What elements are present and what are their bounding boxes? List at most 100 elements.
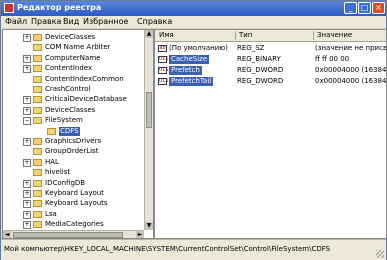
folder-icon xyxy=(33,138,42,145)
tree-item-label: ContentIndex xyxy=(45,64,93,73)
scroll-right-arrow-icon[interactable]: ► xyxy=(136,231,144,238)
tree-item-label: hivelist xyxy=(45,168,71,177)
folder-icon xyxy=(33,75,42,83)
tree-item-label: GraphicsDrivers xyxy=(45,137,102,145)
title-bar[interactable]: Редактор реестра _ □ × xyxy=(1,1,386,16)
expand-icon[interactable]: + xyxy=(23,210,31,219)
tree-hscroll-thumb[interactable] xyxy=(13,232,123,238)
folder-icon xyxy=(33,34,42,41)
status-key-path: Мой компьютер\HKEY_LOCAL_MACHINE\SYSTEM\… xyxy=(4,245,331,253)
list-header: Имя Тип Значение xyxy=(155,30,386,42)
value-data: 0x00004000 (16384) xyxy=(315,77,387,85)
folder-icon xyxy=(33,169,42,177)
tree-scroll-thumb[interactable] xyxy=(146,92,152,128)
expand-icon[interactable]: + xyxy=(23,96,31,105)
column-name-header[interactable]: Имя xyxy=(159,31,174,39)
string-value-icon: ab xyxy=(158,45,167,52)
tree-item-label: MediaCategories xyxy=(45,220,104,229)
folder-icon xyxy=(33,221,42,229)
expand-icon[interactable]: + xyxy=(23,179,31,188)
folder-icon xyxy=(33,200,42,208)
tree-item-label: Keyboard Layouts xyxy=(45,199,108,208)
folder-icon xyxy=(33,210,42,218)
column-type-header[interactable]: Тип xyxy=(239,31,252,39)
expand-icon[interactable]: + xyxy=(23,34,31,42)
expand-icon[interactable]: + xyxy=(23,158,31,167)
folder-icon xyxy=(33,158,42,166)
tree-vertical-scrollbar[interactable]: ▲ ▼ xyxy=(144,30,153,230)
value-row[interactable]: 011 Prefetch REG_DWORD 0x00004000 (16384) xyxy=(155,65,386,76)
value-name: PrefetchTail xyxy=(169,77,214,86)
expand-icon[interactable]: + xyxy=(23,106,31,115)
expand-icon[interactable]: + xyxy=(23,221,31,230)
value-data: (значение не присвоено) xyxy=(315,44,387,52)
column-divider xyxy=(313,31,314,40)
tree-item-label: GroupOrderList xyxy=(45,147,99,156)
folder-icon xyxy=(33,106,42,114)
menu-help[interactable]: Справка xyxy=(137,17,172,26)
folder-icon xyxy=(33,117,42,125)
tree-item-label: ComputerName xyxy=(45,53,101,62)
expand-icon[interactable]: + xyxy=(23,65,31,74)
tree-item-label: CrashControl xyxy=(45,85,91,93)
column-divider xyxy=(235,31,236,40)
close-button[interactable]: × xyxy=(372,2,385,14)
expand-icon[interactable]: + xyxy=(23,200,31,209)
value-name: Prefetch xyxy=(169,66,202,75)
binary-value-icon: 011 xyxy=(158,67,169,74)
value-type: REG_SZ xyxy=(237,44,265,52)
value-row[interactable]: ab (По умолчанию) REG_SZ (значение не присв… xyxy=(155,43,386,54)
value-data: ff ff 00 00 xyxy=(315,55,350,63)
tree-horizontal-scrollbar[interactable]: ◄ ► xyxy=(3,230,144,238)
tree-item-label: Lsa xyxy=(45,209,57,218)
maximize-button[interactable]: □ xyxy=(358,2,371,14)
folder-icon xyxy=(33,96,42,104)
resize-grip-icon[interactable] xyxy=(376,250,384,258)
value-row[interactable]: 011 CacheSize REG_BINARY ff ff 00 00 xyxy=(155,54,386,65)
folder-icon xyxy=(33,44,42,52)
folder-icon xyxy=(33,179,42,187)
value-name: CacheSize xyxy=(169,55,210,64)
registry-values-list[interactable]: Имя Тип Значение ab (По умолчанию) REG_SZ (… xyxy=(154,29,387,239)
tree-item-label: HAL xyxy=(45,157,59,166)
window-title: Редактор реестра xyxy=(17,3,102,12)
registry-key-tree[interactable]: ▲ ▼ ◄ ► + DeviceClasses COM Name Arbiter + C… xyxy=(2,29,154,239)
registry-editor-window: Редактор реестра _ □ × Файл Правка Вид И… xyxy=(0,0,387,260)
binary-value-icon: 011 xyxy=(158,78,169,85)
tree-item-label: CDFS xyxy=(59,126,80,136)
scroll-left-arrow-icon[interactable]: ◄ xyxy=(3,231,11,238)
folder-icon xyxy=(33,54,42,62)
binary-value-icon: 011 xyxy=(158,56,169,63)
folder-icon xyxy=(33,148,42,156)
value-row[interactable]: 011 PrefetchTail REG_DWORD 0x00004000 (1638… xyxy=(155,76,386,87)
folder-icon xyxy=(33,86,42,93)
regedit-app-icon xyxy=(4,3,14,13)
column-value-header[interactable]: Значение xyxy=(317,31,352,39)
tree-item-label: DeviceClasses xyxy=(45,33,96,41)
value-type: REG_DWORD xyxy=(237,66,284,74)
value-data: 0x00004000 (16384) xyxy=(315,66,387,74)
status-bar: Мой компьютер\HKEY_LOCAL_MACHINE\SYSTEM\… xyxy=(1,239,386,260)
expand-icon[interactable]: + xyxy=(23,54,31,63)
expand-icon[interactable]: + xyxy=(23,190,31,198)
expand-icon[interactable]: + xyxy=(23,138,31,146)
collapse-icon[interactable]: − xyxy=(23,117,31,126)
menu-view[interactable]: Вид xyxy=(63,17,79,26)
value-type: REG_DWORD xyxy=(237,77,284,85)
tree-item-label: CriticalDeviceDatabase xyxy=(45,95,127,104)
folder-icon xyxy=(33,190,42,197)
folder-icon xyxy=(33,65,42,73)
menu-favorites[interactable]: Избранное xyxy=(83,17,128,26)
tree-item-label: IDConfigDB xyxy=(45,178,86,187)
menu-edit[interactable]: Правка xyxy=(31,17,61,26)
tree-item-label: ContentIndexCommon xyxy=(45,74,124,83)
scroll-up-arrow-icon[interactable]: ▲ xyxy=(145,30,153,38)
folder-icon xyxy=(47,127,56,135)
menu-bar: Файл Правка Вид Избранное Справка xyxy=(1,16,386,28)
tree-item-label: Keyboard Layout xyxy=(45,189,104,197)
minimize-button[interactable]: _ xyxy=(344,2,357,14)
tree-item-label: FileSystem xyxy=(45,116,83,125)
tree-item-label: COM Name Arbiter xyxy=(45,43,111,52)
menu-file[interactable]: Файл xyxy=(5,17,27,26)
scroll-down-arrow-icon[interactable]: ▼ xyxy=(145,222,153,230)
